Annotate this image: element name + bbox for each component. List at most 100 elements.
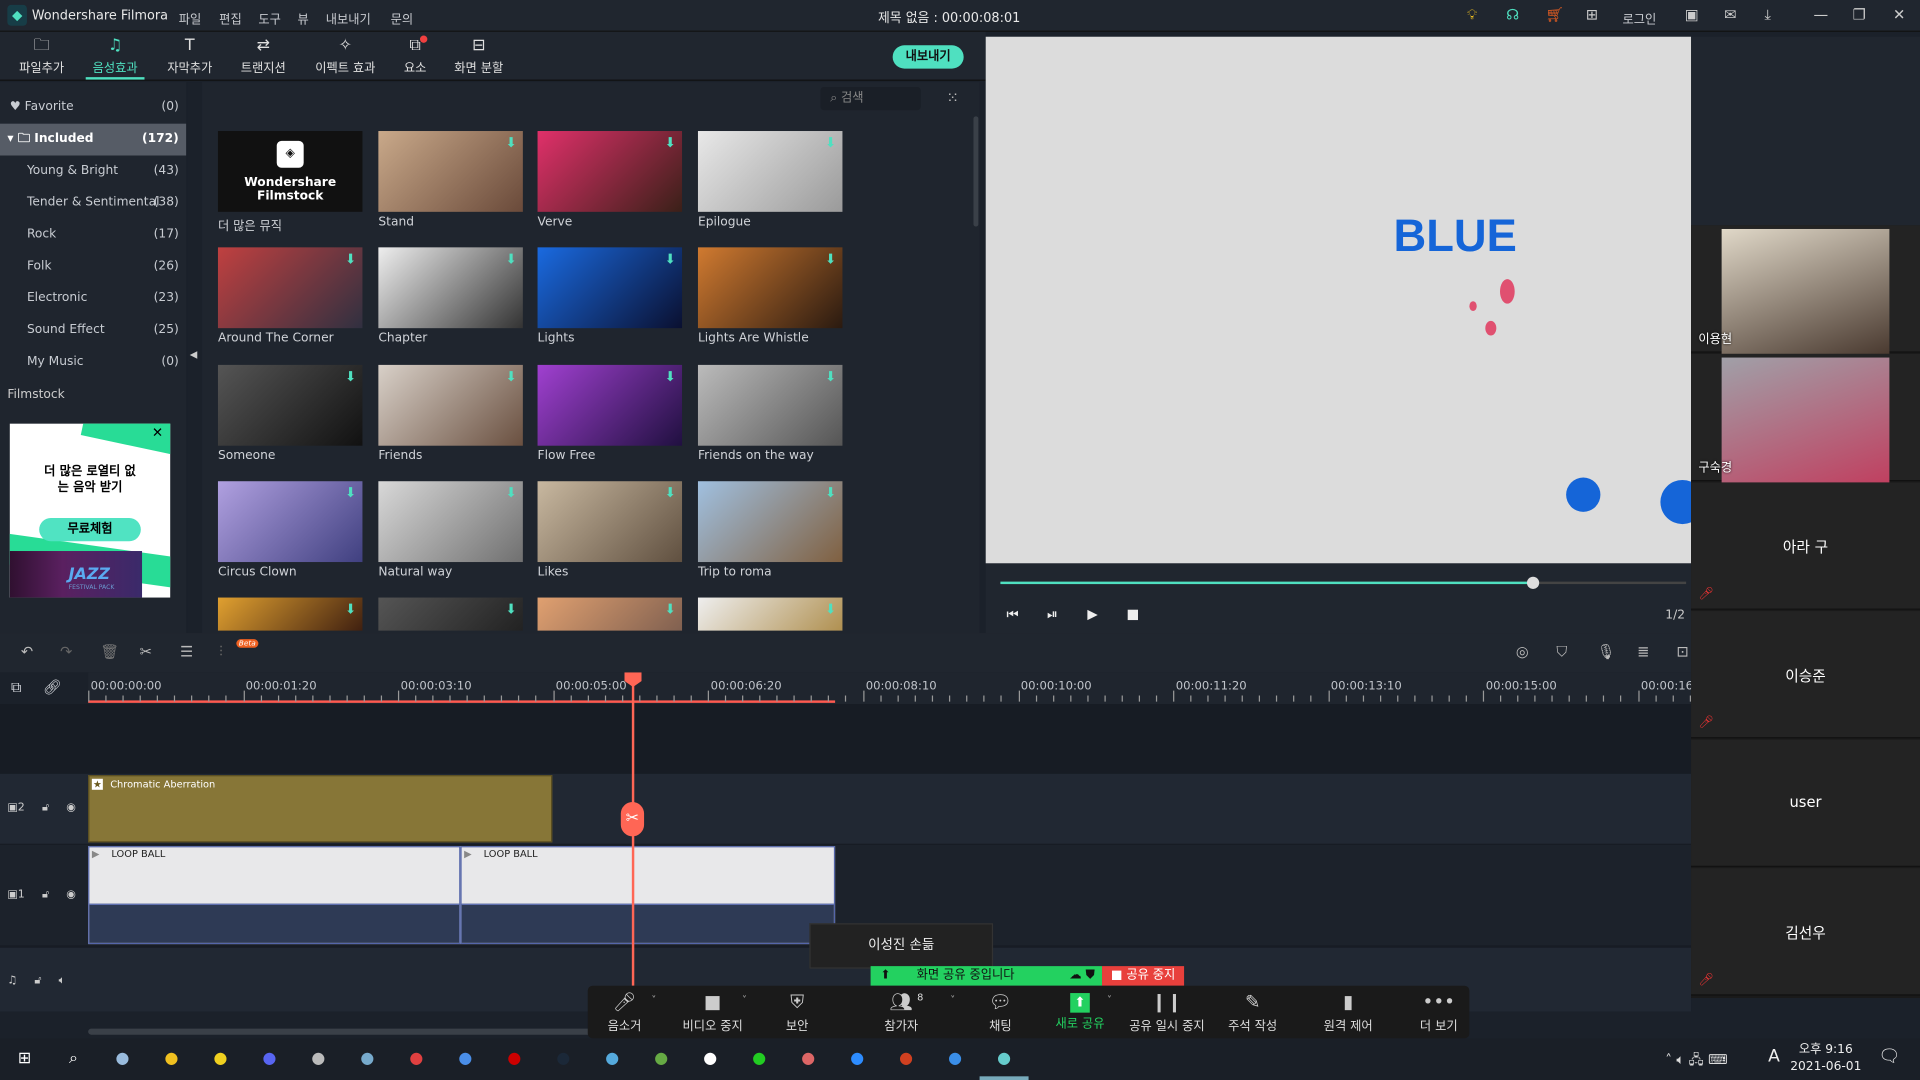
download-icon[interactable]: ⬇ [345, 485, 356, 501]
powerpoint-icon[interactable]: ● [894, 1048, 918, 1070]
download-icon[interactable]: ⬇ [505, 485, 516, 501]
download-icon[interactable]: ⬇ [505, 251, 516, 267]
chevron-down-icon[interactable]: ˅ [742, 994, 747, 1005]
audio-waveform-icon[interactable]: ⫶ [219, 643, 223, 661]
cart-icon[interactable]: 🛒︎ [1545, 6, 1564, 23]
library-scrollbar[interactable] [973, 116, 979, 227]
lightbulb-icon[interactable]: 💡︎ [1467, 6, 1477, 24]
sidebar-item[interactable]: Electronic (23) [0, 283, 186, 315]
sidebar-item-favorite[interactable]: ♥ Favorite (0) [0, 92, 186, 124]
gift-icon[interactable]: ⊞ [1586, 6, 1598, 23]
browser-icon[interactable]: ● [110, 1048, 134, 1070]
restore-button[interactable]: ❐ [1853, 6, 1866, 23]
app-icon[interactable]: ● [943, 1048, 967, 1070]
tray-icons[interactable]: ˄ 🔈︎ 🖧 ⌨ [1665, 1049, 1727, 1072]
music-thumbnail[interactable]: ⬇ [217, 247, 363, 329]
speaker-icon[interactable]: 🔈︎ [59, 975, 66, 987]
zoom-button-2[interactable]: ⛨ 보안 [779, 991, 816, 1034]
close-button[interactable]: ✕ [1893, 6, 1905, 23]
tab-4[interactable]: ✧ 이펙트 효과 [309, 32, 382, 80]
sidebar-item[interactable]: Sound Effect (25) [0, 315, 186, 347]
delete-icon[interactable]: 🗑︎ [100, 643, 119, 660]
menu-file[interactable]: 파일 [179, 9, 202, 26]
notes-icon[interactable]: ● [355, 1048, 379, 1070]
download-icon[interactable]: ⬇ [345, 369, 356, 385]
menu-edit[interactable]: 편집 [219, 9, 242, 26]
download-icon[interactable]: ⬇ [825, 369, 836, 385]
zoom-button-0[interactable]: 🎤︎ 음소거 [600, 991, 649, 1034]
headset-icon[interactable]: ☊ [1506, 6, 1519, 23]
calculator-icon[interactable]: ● [306, 1048, 330, 1070]
sidebar-item[interactable]: My Music (0) [0, 347, 186, 379]
redo-icon[interactable]: ↷ [60, 643, 72, 660]
zoom-button-6[interactable]: ❙❙ 공유 일시 중지 [1124, 991, 1210, 1034]
zoom-button-4[interactable]: 💬︎ 채팅 [982, 991, 1019, 1034]
chevron-down-icon[interactable]: ˅ [651, 994, 656, 1005]
search-input[interactable]: ⌕ 검색 [820, 86, 921, 111]
zoom-button-8[interactable]: ▮ 원격 제어 [1316, 991, 1380, 1034]
lock-icon[interactable]: 🔓︎ [42, 802, 49, 814]
zoom-button-7[interactable]: ✎ 주석 작성 [1222, 991, 1283, 1034]
music-thumbnail[interactable]: ⬇ [697, 597, 843, 631]
music-thumbnail[interactable]: ⬇ [378, 247, 523, 329]
adjust-icon[interactable]: ☰ [180, 643, 193, 660]
ime-indicator[interactable]: A [1768, 1047, 1780, 1067]
music-thumbnail[interactable]: ⬇ [537, 481, 683, 563]
grid-view-icon[interactable]: ⁙ [947, 89, 959, 106]
zoom-button-5[interactable]: ⬆ 새로 공유 [1048, 991, 1112, 1031]
undo-icon[interactable]: ↶ [21, 643, 33, 660]
sidebar-item[interactable]: Young & Bright (43) [0, 156, 186, 188]
zoom-button-1[interactable]: ■ 비디오 중지 [676, 991, 749, 1034]
music-thumbnail[interactable]: ⬇ [697, 247, 843, 329]
marker-icon[interactable]: ⛉ [1556, 643, 1567, 661]
download-icon[interactable]: ⬇ [505, 369, 516, 385]
search-icon[interactable]: ⌕ [61, 1048, 85, 1070]
music-thumbnail[interactable]: ⬇ [378, 481, 523, 563]
clock[interactable]: 오후 9:16 2021-06-01 [1790, 1042, 1861, 1076]
link-icon[interactable]: 🔗︎ [43, 678, 62, 695]
sidebar-item[interactable]: Folk (26) [0, 251, 186, 283]
music-thumbnail[interactable]: ⬇ [697, 364, 843, 446]
collapse-sidebar-button[interactable]: ◀ [187, 82, 203, 634]
kakaotalk-icon[interactable]: ● [208, 1048, 232, 1070]
participant-tile[interactable]: 구숙경 [1691, 353, 1920, 483]
download-icon[interactable]: ⤓ [1764, 6, 1771, 24]
music-thumbnail[interactable]: ⬇ [537, 597, 683, 631]
music-thumbnail[interactable]: ⬇ [378, 364, 523, 446]
music-thumbnail[interactable]: ⬇ [537, 247, 683, 329]
sidebar-item[interactable]: Rock (17) [0, 219, 186, 251]
lock-icon[interactable]: 🔓︎ [34, 975, 41, 987]
filmora-icon[interactable]: ● [992, 1048, 1016, 1070]
eye-icon[interactable]: ◉ [66, 889, 76, 901]
notification-icon[interactable]: 🗨︎ [1878, 1047, 1900, 1067]
tab-1[interactable]: ♫ 음성효과 [85, 32, 145, 80]
render-icon[interactable]: ◎ [1516, 643, 1529, 660]
download-icon[interactable]: ⬇ [665, 135, 676, 151]
music-thumbnail[interactable]: ⬇ [217, 481, 363, 563]
save-icon[interactable]: ▣ [1685, 6, 1699, 23]
music-thumbnail[interactable]: ⬇ [378, 597, 523, 631]
participant-tile[interactable]: user [1691, 739, 1920, 867]
security-icon[interactable]: ● [698, 1048, 722, 1070]
split-scissors-button[interactable]: ✂ [620, 802, 645, 837]
download-icon[interactable]: ⬇ [345, 601, 356, 617]
minecraft-icon[interactable]: ● [649, 1048, 673, 1070]
download-icon[interactable]: ⬇ [825, 485, 836, 501]
netflix-icon[interactable]: ● [502, 1048, 526, 1070]
chevron-down-icon[interactable]: ˅ [1107, 994, 1112, 1005]
step-back-button[interactable]: ⏮︎ [1007, 606, 1019, 623]
effect-clip[interactable]: ★ Chromatic Aberration [88, 775, 553, 843]
video-clip[interactable]: ▶ LOOP BALL [460, 846, 836, 945]
app-icon[interactable]: ● [747, 1048, 771, 1070]
participant-tile[interactable]: 아라 구 🎤︎ [1691, 482, 1920, 610]
play-button[interactable]: ▶ [1087, 606, 1097, 622]
chrome-icon[interactable]: ● [404, 1048, 428, 1070]
participant-tile[interactable]: 김선우 🎤︎ [1691, 868, 1920, 996]
minimize-button[interactable]: — [1813, 6, 1828, 23]
participant-tile[interactable]: 이승준 🎤︎ [1691, 611, 1920, 739]
discord-icon[interactable]: ● [257, 1048, 281, 1070]
music-thumbnail[interactable]: ⬇ [378, 131, 523, 212]
download-icon[interactable]: ⬇ [825, 251, 836, 267]
music-thumbnail[interactable]: ⬇ [537, 364, 683, 446]
music-thumbnail[interactable]: ⬇ [537, 131, 683, 212]
